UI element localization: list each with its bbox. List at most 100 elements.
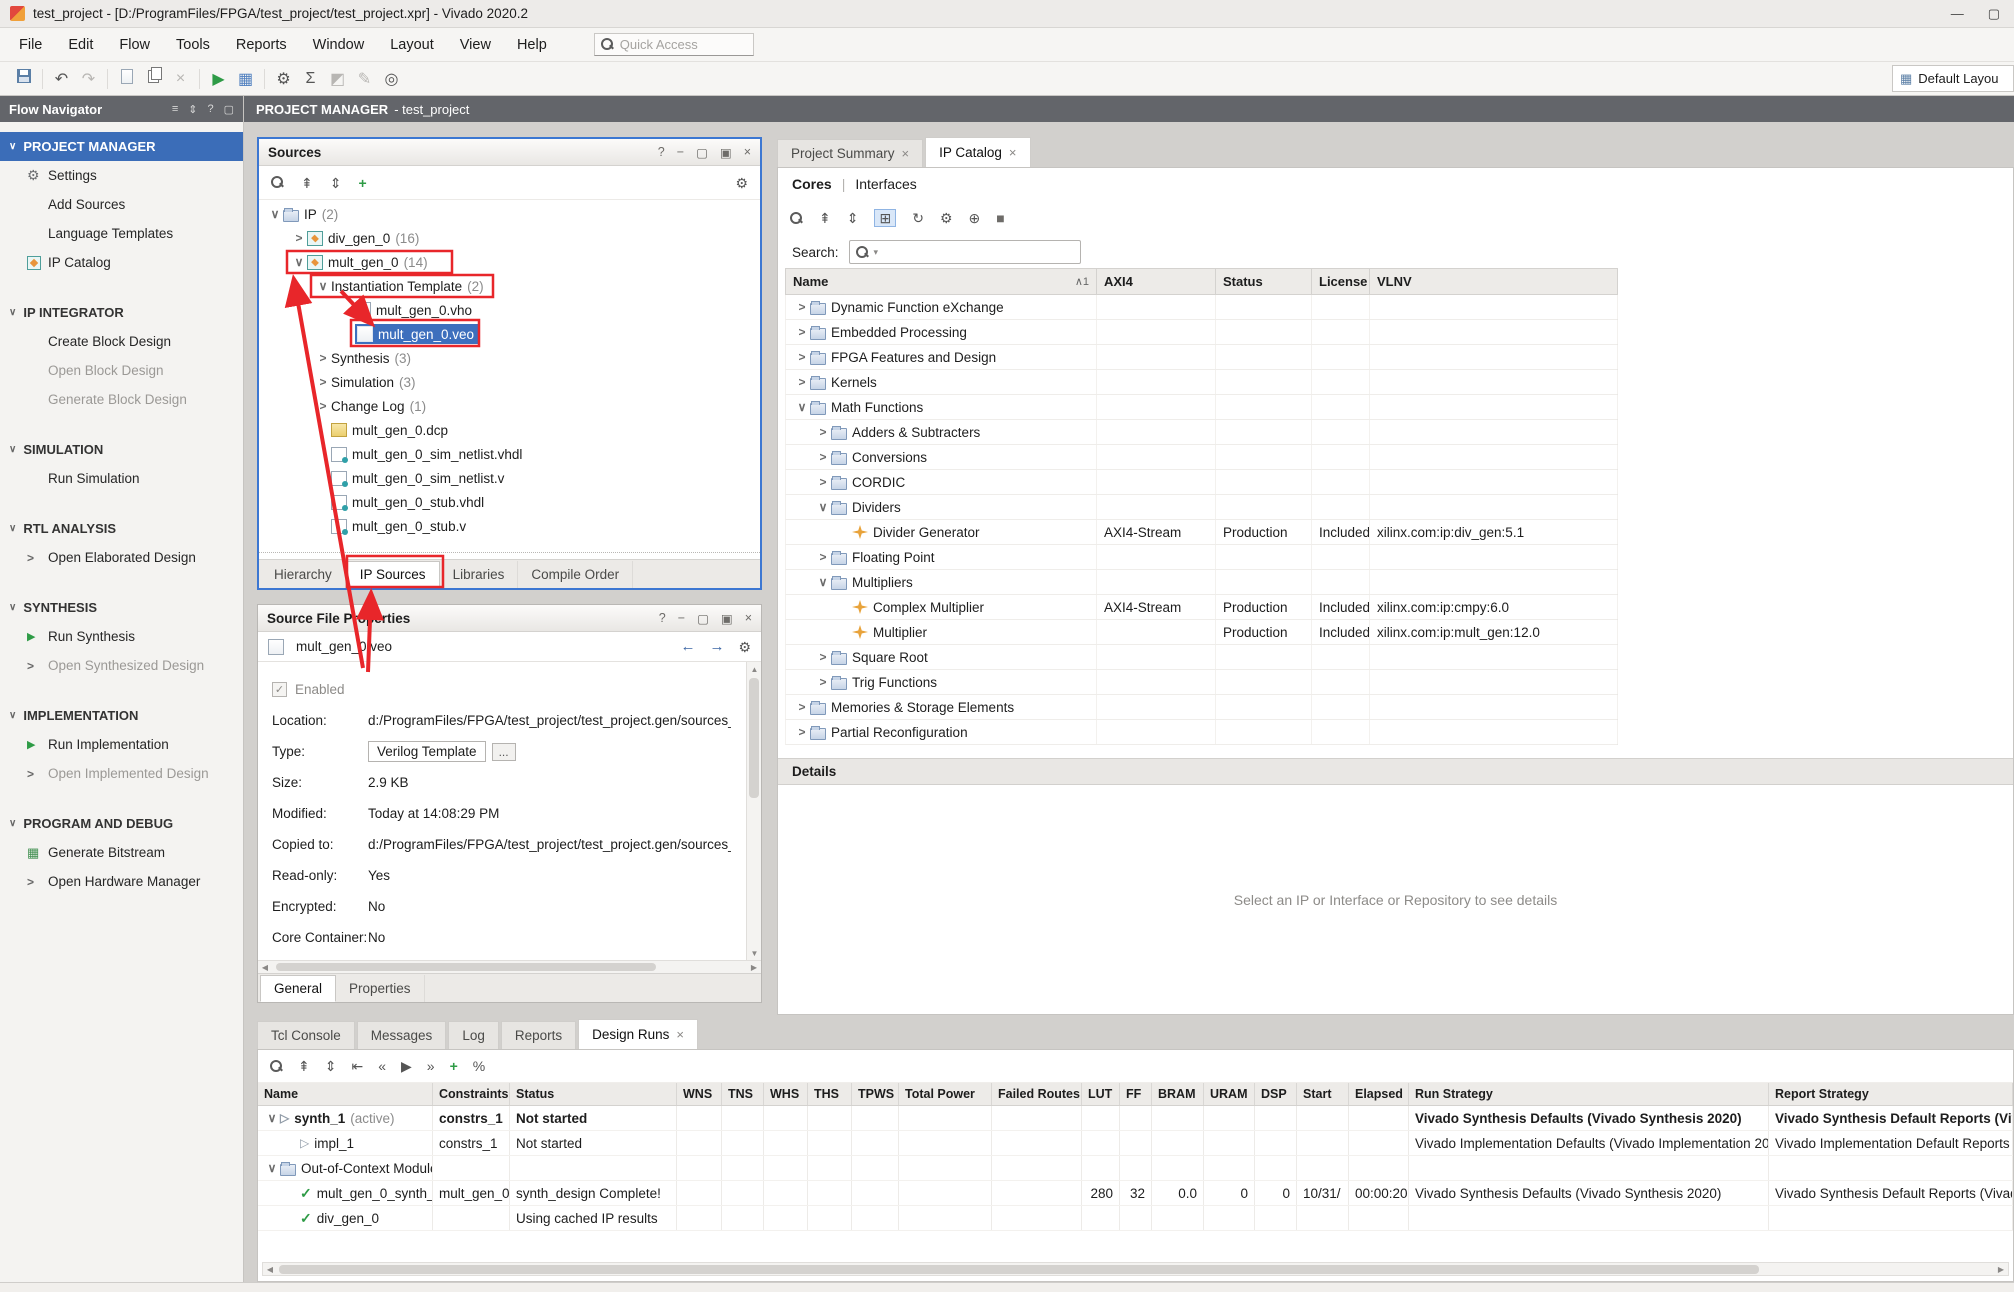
catalog-row-cordic[interactable]: >CORDIC [785, 470, 1618, 495]
add-repository-icon[interactable]: ⊕ [969, 211, 981, 225]
delete-icon[interactable]: × [167, 70, 194, 88]
tree-item-mult-gen-0-stub-v[interactable]: mult_gen_0_stub.v [259, 514, 760, 538]
flow-nav-item-open-block-design[interactable]: Open Block Design [0, 356, 243, 385]
add-sources-icon[interactable]: + [358, 176, 366, 190]
run-icon[interactable]: ▶ [401, 1059, 412, 1073]
flow-nav-item-open-synthesized-design[interactable]: >Open Synthesized Design [0, 651, 243, 680]
tree-item-synthesis[interactable]: >Synthesis(3) [259, 346, 760, 370]
search-icon[interactable] [271, 176, 284, 189]
step-forward-icon[interactable]: » [427, 1059, 435, 1073]
flow-nav-item-language-templates[interactable]: Language Templates [0, 219, 243, 248]
tree-item-mult-gen-0-sim-netlist-vhdl[interactable]: mult_gen_0_sim_netlist.vhdl [259, 442, 760, 466]
expand-collapse-icon[interactable]: ⇕ [188, 103, 197, 116]
flow-nav-header-rtl-analysis[interactable]: ∨RTL ANALYSIS [0, 514, 243, 543]
probe-icon[interactable]: ◎ [378, 69, 405, 89]
expand-toggle-icon[interactable]: ∨ [291, 255, 307, 269]
design-run-row-synth-1[interactable]: ∨▷synth_1(active) constrs_1 Not started … [258, 1106, 2013, 1131]
open-report-icon[interactable] [113, 69, 140, 89]
tree-item-mult-gen-0-dcp[interactable]: mult_gen_0.dcp [259, 418, 760, 442]
create-run-icon[interactable]: + [450, 1059, 458, 1073]
scrollbar-thumb[interactable] [749, 678, 759, 798]
expand-toggle-icon[interactable]: > [794, 375, 810, 389]
menu-file[interactable]: File [6, 32, 55, 58]
column-header-vlnv[interactable]: VLNV [1370, 269, 1618, 294]
expand-toggle-icon[interactable]: > [815, 450, 831, 464]
expand-toggle-icon[interactable]: > [315, 399, 331, 413]
undo-icon[interactable]: ↶ [48, 69, 75, 89]
expand-toggle-icon[interactable]: > [315, 351, 331, 365]
expand-toggle-icon[interactable]: > [291, 231, 307, 245]
tab-messages[interactable]: Messages [357, 1021, 447, 1049]
scroll-right-icon[interactable]: ▶ [747, 961, 761, 974]
go-to-first-icon[interactable]: ⇤ [351, 1059, 363, 1073]
column-header-lut[interactable]: LUT [1082, 1083, 1120, 1105]
tab-libraries[interactable]: Libraries [440, 561, 519, 588]
tab-design-runs[interactable]: Design Runs× [578, 1019, 698, 1049]
expand-toggle-icon[interactable]: ∨ [267, 207, 283, 221]
edit-pencil-icon[interactable]: ✎ [351, 69, 378, 89]
catalog-row-multiplier[interactable]: Multiplier Production Included xilinx.co… [785, 620, 1618, 645]
expand-all-icon[interactable]: ⇕ [847, 211, 859, 225]
column-header-name[interactable]: Name∧1 [786, 269, 1097, 294]
more-button[interactable]: ... [492, 743, 516, 761]
catalog-row-trig-functions[interactable]: >Trig Functions [785, 670, 1618, 695]
float-icon[interactable]: ▣ [721, 611, 733, 626]
copy-icon[interactable] [140, 70, 167, 88]
expand-icon[interactable]: > [27, 659, 34, 673]
tree-item-simulation[interactable]: >Simulation(3) [259, 370, 760, 394]
scroll-left-icon[interactable]: ◀ [258, 961, 272, 974]
help-icon[interactable]: ? [659, 611, 666, 626]
expand-all-icon[interactable]: ⇕ [330, 176, 342, 190]
column-header-report-strategy[interactable]: Report Strategy [1769, 1083, 2013, 1105]
report-grayed-icon[interactable]: ◩ [324, 69, 351, 89]
flow-nav-item-ip-catalog[interactable]: IP Catalog [0, 248, 243, 277]
column-header-uram[interactable]: URAM [1204, 1083, 1255, 1105]
flow-nav-header-simulation[interactable]: ∨SIMULATION [0, 435, 243, 464]
scroll-right-icon[interactable]: ▶ [1994, 1263, 2008, 1276]
menu-edit[interactable]: Edit [55, 32, 106, 58]
default-layout-selector[interactable]: ▦ Default Layou [1892, 65, 2014, 92]
minimize-icon[interactable]: − [678, 611, 685, 626]
expand-toggle-icon[interactable]: ∨ [264, 1111, 280, 1125]
settings-gear-icon[interactable]: ⚙ [940, 211, 953, 225]
expand-toggle-icon[interactable]: ∨ [815, 500, 831, 514]
design-run-row-out-of-context-module-runs[interactable]: ∨Out-of-Context Module Runs [258, 1156, 2013, 1181]
column-header-constraints[interactable]: Constraints [433, 1083, 510, 1105]
tree-item-mult-gen-0-sim-netlist-v[interactable]: mult_gen_0_sim_netlist.v [259, 466, 760, 490]
catalog-row-memories-storage-elements[interactable]: >Memories & Storage Elements [785, 695, 1618, 720]
run-icon[interactable]: ▶ [205, 69, 232, 89]
tree-item-ip[interactable]: ∨IP(2) [259, 202, 760, 226]
column-header-wns[interactable]: WNS [677, 1083, 722, 1105]
expand-toggle-icon[interactable]: > [794, 700, 810, 714]
vertical-scrollbar[interactable]: ▲ ▼ [746, 662, 761, 960]
tree-item-mult-gen-0-stub-vhdl[interactable]: mult_gen_0_stub.vhdl [259, 490, 760, 514]
catalog-row-square-root[interactable]: >Square Root [785, 645, 1618, 670]
flow-nav-item-open-implemented-design[interactable]: >Open Implemented Design [0, 759, 243, 788]
maximize-icon[interactable]: ▢ [696, 145, 708, 160]
refresh-icon[interactable]: ↻ [912, 211, 924, 225]
dock-icon[interactable]: ≡ [172, 103, 178, 116]
view-tab-cores[interactable]: Cores [792, 176, 832, 192]
flow-nav-item-generate-bitstream[interactable]: ▦Generate Bitstream [0, 838, 243, 867]
minimize-button[interactable]: — [1951, 6, 1964, 22]
column-header-license[interactable]: License [1312, 269, 1370, 294]
menu-flow[interactable]: Flow [106, 32, 163, 58]
close-icon[interactable]: × [676, 1027, 684, 1042]
catalog-row-complex-multiplier[interactable]: Complex Multiplier AXI4-Stream Productio… [785, 595, 1618, 620]
step-back-icon[interactable]: « [378, 1059, 386, 1073]
flow-nav-header-synthesis[interactable]: ∨SYNTHESIS [0, 593, 243, 622]
settings-gear-icon[interactable]: ⚙ [735, 176, 748, 190]
tab-hierarchy[interactable]: Hierarchy [261, 561, 346, 588]
catalog-search-box[interactable]: ▾ [849, 240, 1081, 264]
close-icon[interactable]: × [902, 146, 910, 161]
flow-nav-header-project-manager[interactable]: ∨PROJECT MANAGER [0, 132, 243, 161]
close-icon[interactable]: × [1009, 145, 1017, 160]
tree-item-instantiation-template[interactable]: ∨Instantiation Template(2) [259, 274, 760, 298]
column-header-status[interactable]: Status [510, 1083, 677, 1105]
type-combo[interactable]: Verilog Template [368, 741, 486, 762]
tab-general[interactable]: General [260, 975, 336, 1002]
flow-nav-header-program-and-debug[interactable]: ∨PROGRAM AND DEBUG [0, 809, 243, 838]
tree-item-mult-gen-0-veo[interactable]: mult_gen_0.veo [259, 322, 760, 346]
stop-icon[interactable]: ■ [996, 211, 1004, 225]
column-header-dsp[interactable]: DSP [1255, 1083, 1297, 1105]
